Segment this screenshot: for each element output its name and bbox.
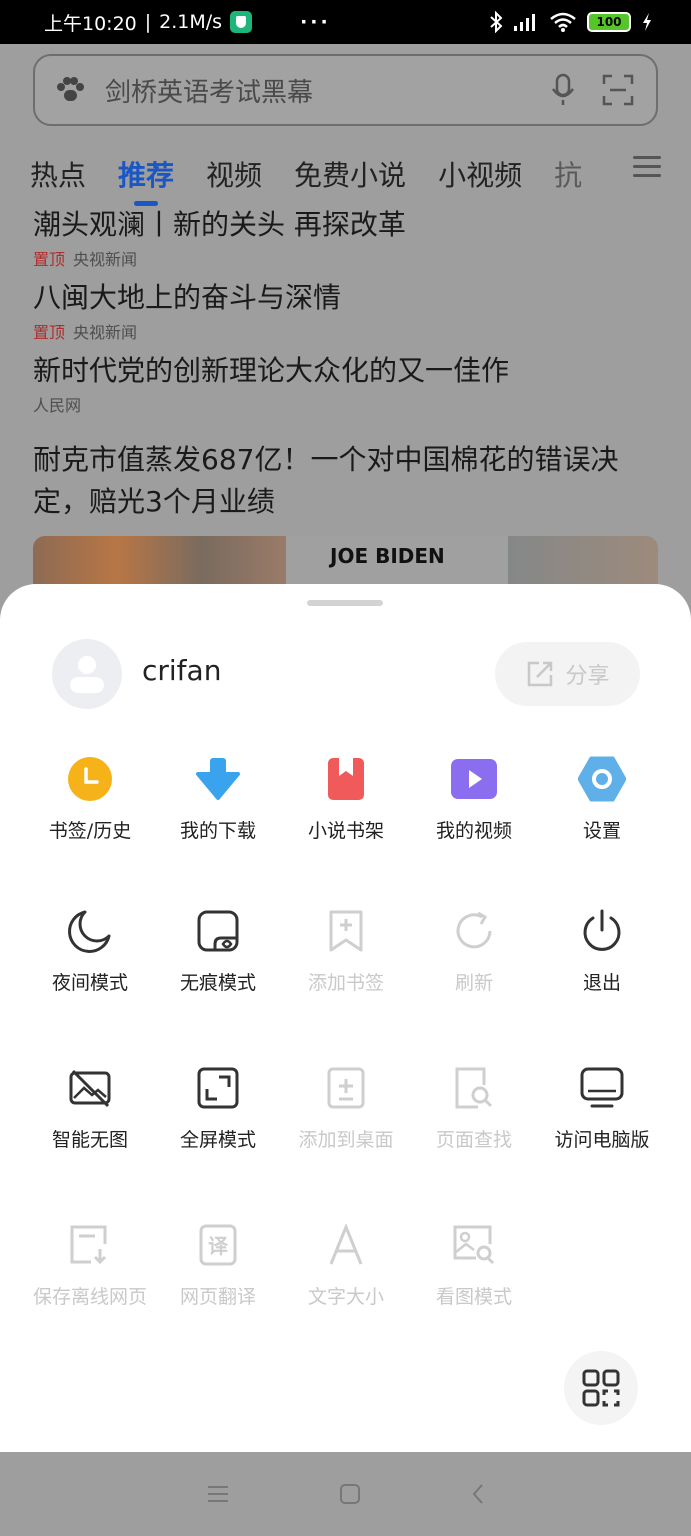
search-query[interactable]: 剑桥英语考试黑幕 (105, 72, 532, 109)
news-item[interactable]: 八闽大地上的奋斗与深情 置顶 央视新闻 (33, 277, 658, 343)
recent-apps-icon[interactable] (207, 1484, 229, 1504)
share-button[interactable]: 分享 (495, 642, 640, 706)
find-in-page-button[interactable]: 页面查找 (410, 1063, 538, 1152)
drag-handle[interactable] (307, 600, 383, 606)
news-source: 人民网 (33, 396, 82, 415)
battery-icon: 100 (587, 12, 631, 32)
download-icon (196, 758, 240, 800)
news-source: 央视新闻 (73, 323, 138, 342)
search-bar[interactable]: 剑桥英语考试黑幕 (33, 54, 658, 126)
baidu-paw-icon (57, 77, 84, 103)
exit-button[interactable]: 退出 (538, 906, 666, 995)
tab-short-video[interactable]: 小视频 (438, 154, 522, 194)
menu-sheet: crifan 分享 书签/历史 我的下载 小说书架 我的视频 设置 夜间模式 无… (0, 584, 691, 1452)
no-image-mode-button[interactable]: 智能无图 (26, 1063, 154, 1152)
username[interactable]: crifan (142, 654, 221, 687)
thumbnail-caption: JOE BIDEN (330, 544, 445, 568)
settings-icon (578, 756, 626, 802)
news-item[interactable]: 潮头观澜丨新的关头 再探改革 置顶 央视新闻 (33, 204, 658, 270)
menu-row: 保存离线网页 译 网页翻译 文字大小 看图模式 (26, 1220, 666, 1309)
image-view-mode-button[interactable]: 看图模式 (410, 1220, 538, 1309)
news-item[interactable]: 新时代党的创新理论大众化的又一佳作 人民网 (33, 350, 658, 416)
my-videos-button[interactable]: 我的视频 (410, 754, 538, 843)
microphone-icon[interactable] (550, 73, 576, 107)
share-label: 分享 (565, 664, 610, 689)
back-icon[interactable] (471, 1483, 485, 1505)
incognito-icon (197, 910, 239, 952)
news-title[interactable]: 新时代党的创新理论大众化的又一佳作 (33, 350, 658, 392)
desktop-version-icon (580, 1067, 624, 1108)
bluetooth-icon (490, 11, 503, 33)
save-offline-icon (70, 1225, 107, 1265)
desktop-version-button[interactable]: 访问电脑版 (538, 1063, 666, 1152)
wifi-icon (550, 12, 576, 32)
font-size-button[interactable]: 文字大小 (282, 1220, 410, 1309)
network-speed: 2.1M/s (159, 11, 223, 33)
menu-row: 智能无图 全屏模式 添加到桌面 页面查找 访问电脑版 (26, 1063, 666, 1152)
refresh-button[interactable]: 刷新 (410, 906, 538, 995)
home-icon[interactable] (339, 1483, 361, 1505)
more-options-button[interactable] (564, 1351, 638, 1425)
status-bar: 上午10:20 | 2.1M/s ··· 100 (0, 0, 691, 44)
tab-partial[interactable]: 抗 (554, 154, 582, 194)
find-in-page-icon (455, 1067, 493, 1109)
tab-recommend[interactable]: 推荐 (118, 154, 174, 194)
share-icon (528, 661, 553, 687)
night-mode-button[interactable]: 夜间模式 (26, 906, 154, 995)
menu-row: 夜间模式 无痕模式 添加书签 刷新 退出 (26, 906, 666, 995)
add-bookmark-button[interactable]: 添加书签 (282, 906, 410, 995)
font-size-icon (329, 1224, 363, 1265)
more-notifications-icon: ··· (300, 11, 331, 33)
pinned-tag: 置顶 (33, 323, 66, 342)
add-bookmark-icon (329, 910, 363, 952)
settings-button[interactable]: 设置 (538, 754, 666, 843)
save-offline-page-button[interactable]: 保存离线网页 (26, 1220, 154, 1309)
signal-icon (514, 14, 535, 31)
power-icon (583, 909, 621, 951)
bookshelf-icon (328, 758, 364, 800)
video-icon (451, 759, 497, 799)
menu-icon[interactable] (633, 156, 661, 183)
system-nav-bar (0, 1452, 691, 1536)
fullscreen-mode-button[interactable]: 全屏模式 (154, 1063, 282, 1152)
no-image-icon (69, 1069, 111, 1108)
menu-row: 书签/历史 我的下载 小说书架 我的视频 设置 (26, 754, 666, 843)
tab-free-novels[interactable]: 免费小说 (294, 154, 406, 194)
incognito-mode-button[interactable]: 无痕模式 (154, 906, 282, 995)
scan-icon[interactable] (602, 73, 634, 107)
refresh-icon (456, 911, 492, 949)
clock-icon (68, 757, 112, 801)
moon-icon (68, 910, 111, 953)
news-title[interactable]: 潮头观澜丨新的关头 再探改革 (33, 204, 658, 246)
novel-shelf-button[interactable]: 小说书架 (282, 754, 410, 843)
news-title[interactable]: 八闽大地上的奋斗与深情 (33, 277, 658, 319)
bookmarks-history-button[interactable]: 书签/历史 (26, 754, 154, 843)
grid-icon (582, 1369, 620, 1407)
channel-tabs: 热点 推荐 视频 免费小说 小视频 抗 (30, 144, 690, 204)
fullscreen-icon (197, 1067, 239, 1109)
translate-icon: 译 (199, 1224, 237, 1266)
add-desktop-icon (327, 1067, 365, 1109)
image-view-icon (453, 1225, 495, 1265)
news-title[interactable]: 耐克市值蒸发687亿！一个对中国棉花的错误决定，赔光3个月业绩 (33, 439, 658, 523)
tab-video[interactable]: 视频 (206, 154, 262, 194)
add-to-desktop-button[interactable]: 添加到桌面 (282, 1063, 410, 1152)
downloads-button[interactable]: 我的下载 (154, 754, 282, 843)
news-item[interactable]: 耐克市值蒸发687亿！一个对中国棉花的错误决定，赔光3个月业绩 (33, 439, 658, 523)
tab-hot[interactable]: 热点 (30, 154, 86, 194)
svg-text:译: 译 (208, 1234, 229, 1258)
shield-icon (230, 11, 253, 33)
pinned-tag: 置顶 (33, 250, 66, 269)
charging-icon (643, 13, 651, 31)
avatar[interactable] (52, 639, 122, 709)
status-time: 上午10:20 (44, 12, 137, 35)
battery-level: 100 (596, 15, 622, 29)
translate-page-button[interactable]: 译 网页翻译 (154, 1220, 282, 1309)
news-source: 央视新闻 (73, 250, 138, 269)
